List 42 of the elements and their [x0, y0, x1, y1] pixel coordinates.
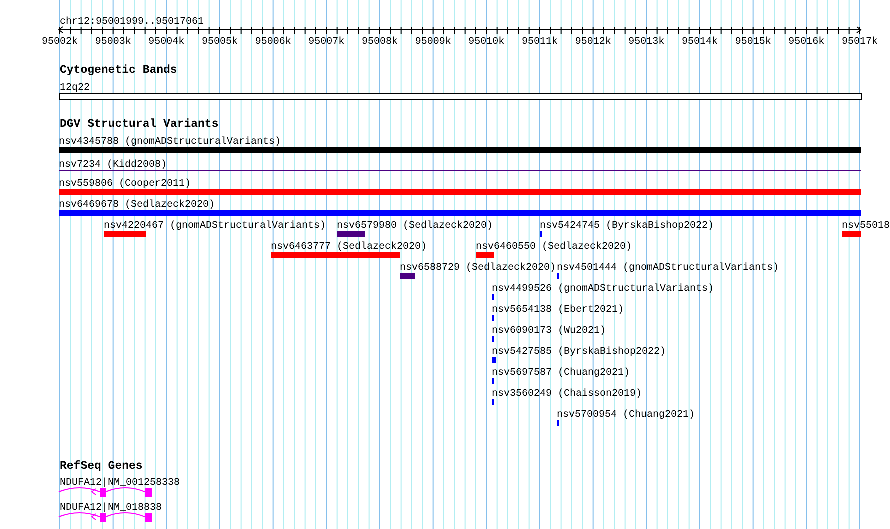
axis-tick-label: 95013k — [628, 37, 665, 48]
axis-tick-label: 95015k — [735, 37, 772, 48]
variant-label: nsv6579980 (Sedlazeck2020) — [337, 221, 494, 232]
axis-tick-label: 95009k — [415, 37, 452, 48]
variant-label: nsv6463777 (Sedlazeck2020) — [271, 242, 428, 253]
axis-tick-label: 95010k — [468, 37, 505, 48]
variant-label: nsv4499526 (gnomADStructuralVariants) — [492, 284, 714, 295]
axis-tick-label: 95004k — [148, 37, 185, 48]
track-title: RefSeq Genes — [60, 460, 143, 473]
axis-tick-label: 95012k — [575, 37, 612, 48]
variant-label: nsv5697587 (Chuang2021) — [492, 368, 630, 379]
axis-tick-label: 95008k — [362, 37, 398, 48]
location-label: chr12:95001999..95017061 — [60, 17, 204, 28]
axis-tick-label: 95017k — [842, 37, 878, 48]
gene-label: NDUFA12|NM_018838 — [60, 503, 162, 514]
variant-label: nsv5700954 (Chuang2021) — [557, 410, 696, 421]
axis-tick-label: 95003k — [95, 37, 132, 48]
variant-label: nsv6090173 (Wu2021) — [492, 326, 606, 337]
variant-label: nsv6469678 (Sedlazeck2020) — [59, 200, 216, 211]
variant-label: nsv7234 (Kidd2008) — [59, 160, 168, 171]
gene-label: NDUFA12|NM_001258338 — [60, 478, 180, 489]
variant-label: nsv5654138 (Ebert2021) — [492, 305, 624, 316]
track-title: DGV Structural Variants — [60, 118, 219, 131]
variant-label: nsv55018 — [842, 221, 890, 232]
variant-label: nsv4220467 (gnomADStructuralVariants) — [104, 221, 326, 232]
variant-label: nsv4345788 (gnomADStructuralVariants) — [59, 137, 282, 148]
variant-label: nsv559806 (Cooper2011) — [59, 179, 192, 190]
variant-label: nsv4501444 (gnomADStructuralVariants) — [557, 263, 780, 274]
variant-label: nsv3560249 (Chaisson2019) — [492, 389, 642, 400]
variant-label: nsv6588729 (Sedlazeck2020) — [400, 263, 556, 274]
axis-tick-label: 95006k — [255, 37, 292, 48]
axis-tick-label: 95011k — [522, 37, 558, 48]
axis-tick-label: 95005k — [202, 37, 238, 48]
variant-label: nsv5424745 (ByrskaBishop2022) — [540, 221, 714, 232]
axis-tick-label: 95007k — [308, 37, 345, 48]
axis-tick-label: 95016k — [788, 37, 825, 48]
track-title: Cytogenetic Bands — [60, 64, 178, 77]
variant-label: nsv6460550 (Sedlazeck2020) — [476, 242, 632, 253]
axis-tick-label: 95014k — [682, 37, 718, 48]
axis-tick-label: 95002k — [42, 37, 78, 48]
variant-label: nsv5427585 (ByrskaBishop2022) — [492, 347, 666, 358]
band-label: 12q22 — [60, 83, 90, 94]
